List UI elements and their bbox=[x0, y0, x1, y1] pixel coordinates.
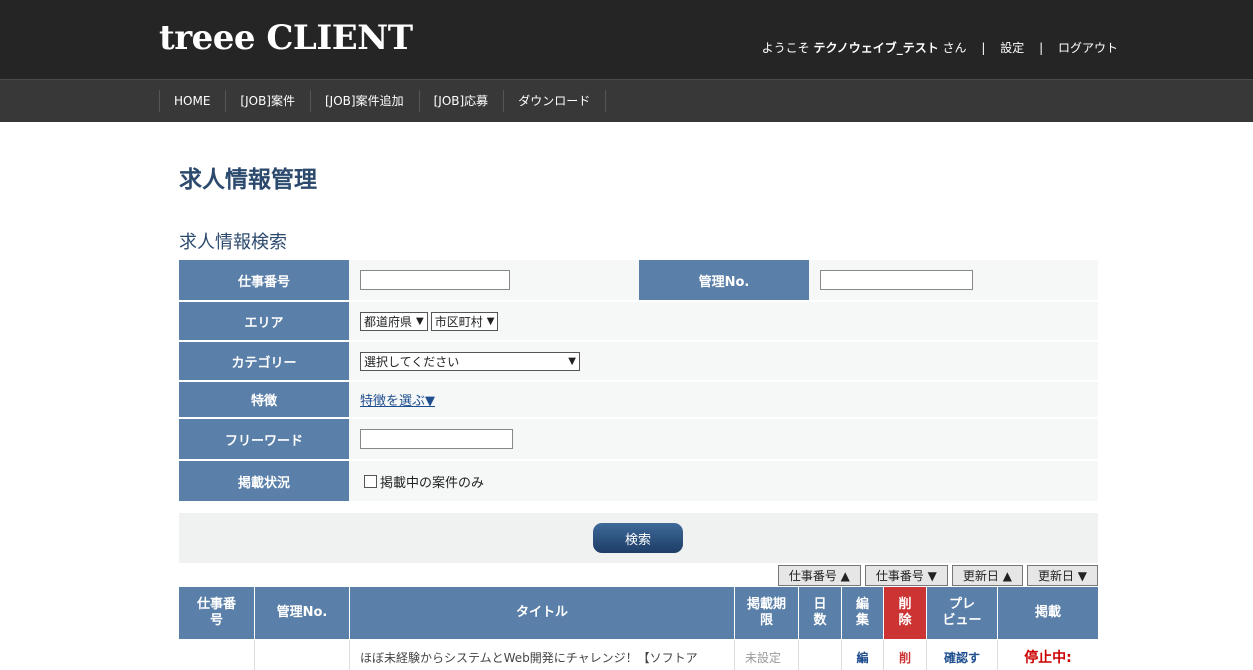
cell-deadline: 未設定 bbox=[735, 640, 799, 670]
settings-link[interactable]: 設定 bbox=[1000, 41, 1024, 55]
chevron-down-icon: ▼ bbox=[416, 315, 424, 327]
freeword-label: フリーワード bbox=[179, 419, 349, 459]
area-label: エリア bbox=[179, 302, 349, 340]
job-number-input[interactable] bbox=[360, 270, 510, 290]
status-checkbox-label: 掲載中の案件のみ bbox=[380, 475, 485, 491]
city-select[interactable]: 市区町村 ▼ bbox=[430, 311, 499, 331]
user-menu: ようこそ テクノウェイブ_テスト さん | 設定 | ログアウト bbox=[761, 41, 1118, 55]
feature-label: 特徴 bbox=[179, 382, 349, 417]
status-checkbox[interactable] bbox=[364, 474, 377, 488]
row-area: エリア 都道府県 ▼ 市区町村 ▼ bbox=[179, 302, 1098, 342]
status-cell[interactable]: 停止中: bbox=[998, 640, 1098, 670]
status-label: 掲載状況 bbox=[179, 461, 349, 501]
main-nav: HOME [JOB]案件 [JOB]案件追加 [JOB]応募 ダウンロード bbox=[0, 79, 1253, 122]
category-select[interactable]: 選択してください ▼ bbox=[360, 351, 580, 371]
nav-home[interactable]: HOME bbox=[159, 90, 225, 112]
sort-job-number-desc[interactable]: 仕事番号 ▼ bbox=[864, 565, 948, 586]
cell-title[interactable]: ほぼ未経験からシステムとWeb開発にチャレンジ！【ソフトア bbox=[350, 640, 735, 670]
nav-add-job[interactable]: [JOB]案件追加 bbox=[310, 90, 419, 112]
welcome-suffix: さん bbox=[942, 41, 967, 55]
category-label: カテゴリー bbox=[179, 342, 349, 380]
th-status: 掲載 bbox=[998, 587, 1098, 639]
row-freeword: フリーワード bbox=[179, 419, 1098, 461]
cell-days bbox=[799, 640, 842, 670]
sort-job-number-asc[interactable]: 仕事番号 ▲ bbox=[777, 565, 861, 586]
header: treee CLIENT ようこそ テクノウェイブ_テスト さん | 設定 | … bbox=[0, 0, 1253, 79]
manage-no-input[interactable] bbox=[820, 270, 973, 290]
manage-no-label: 管理No. bbox=[639, 260, 809, 300]
freeword-input[interactable] bbox=[360, 429, 513, 449]
th-edit: 編集 bbox=[842, 587, 884, 639]
logo[interactable]: treee CLIENT bbox=[159, 18, 413, 58]
sort-updated-desc[interactable]: 更新日 ▼ bbox=[1026, 565, 1098, 586]
cell-job-number bbox=[179, 640, 255, 670]
th-preview: プレ ビュー bbox=[927, 587, 998, 639]
page-title: 求人情報管理 bbox=[179, 167, 317, 193]
delete-link[interactable]: 削 bbox=[884, 640, 927, 670]
nav-applications[interactable]: [JOB]応募 bbox=[418, 90, 504, 112]
th-title: タイトル bbox=[350, 587, 735, 639]
th-job-number: 仕事番号 bbox=[179, 587, 255, 639]
prefecture-select[interactable]: 都道府県 ▼ bbox=[360, 311, 428, 331]
row-status: 掲載状況 掲載中の案件のみ bbox=[179, 461, 1098, 503]
th-delete: 削除 bbox=[884, 587, 927, 639]
sort-updated-asc[interactable]: 更新日 ▲ bbox=[951, 565, 1023, 586]
preview-link[interactable]: 確認す bbox=[927, 640, 998, 670]
feature-link[interactable]: 特徴を選ぶ▼ bbox=[360, 390, 435, 409]
sort-buttons: 仕事番号 ▲ 仕事番号 ▼ 更新日 ▲ 更新日 ▼ bbox=[777, 565, 1098, 586]
welcome-prefix: ようこそ bbox=[761, 41, 810, 55]
chevron-down-icon: ▼ bbox=[568, 355, 576, 367]
job-number-label: 仕事番号 bbox=[179, 260, 349, 300]
row-category: カテゴリー 選択してください ▼ bbox=[179, 342, 1098, 382]
search-title: 求人情報検索 bbox=[179, 232, 287, 253]
user-name: テクノウェイブ_テスト bbox=[813, 41, 939, 55]
chevron-down-icon: ▼ bbox=[486, 315, 495, 327]
row-feature: 特徴 特徴を選ぶ▼ bbox=[179, 382, 1098, 419]
logout-link[interactable]: ログアウト bbox=[1058, 41, 1118, 55]
nav-jobs[interactable]: [JOB]案件 bbox=[225, 90, 310, 112]
table-header: 仕事番号 管理No. タイトル 掲載期限 日数 編集 削除 プレ ビュー 掲載 bbox=[179, 587, 1098, 639]
th-days: 日数 bbox=[799, 587, 842, 639]
table-row: ほぼ未経験からシステムとWeb開発にチャレンジ！【ソフトア 未設定 編 削 確認… bbox=[179, 640, 1098, 670]
cell-manage-no bbox=[255, 640, 350, 670]
search-form: 仕事番号 管理No. エリア 都道府県 ▼ 市区町村 ▼ カテゴリー 選択してくださ… bbox=[179, 260, 1098, 503]
row-job-number: 仕事番号 管理No. bbox=[179, 260, 1098, 302]
search-button-bar: 検索 bbox=[179, 513, 1098, 563]
edit-link[interactable]: 編 bbox=[842, 640, 884, 670]
th-deadline: 掲載期限 bbox=[735, 587, 799, 639]
search-button[interactable]: 検索 bbox=[593, 523, 683, 553]
th-manage-no: 管理No. bbox=[255, 587, 350, 639]
nav-download[interactable]: ダウンロード bbox=[503, 90, 607, 112]
